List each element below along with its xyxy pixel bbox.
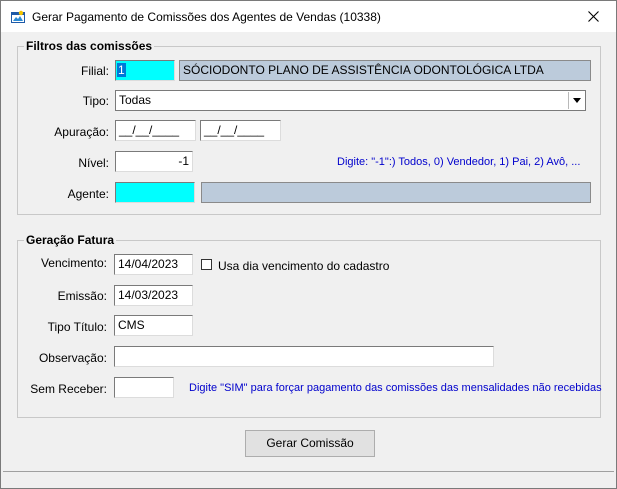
- title-bar: Gerar Pagamento de Comissões dos Agentes…: [1, 1, 616, 32]
- tipo-dropdown-button[interactable]: [568, 92, 584, 109]
- status-bar: [3, 471, 614, 488]
- invoice-group-title: Geração Fatura: [24, 233, 117, 247]
- sem-receber-hint: Digite "SIM" para forçar pagamento das c…: [189, 382, 602, 394]
- tipo-selected-value: Todas: [119, 93, 152, 107]
- gerar-comissao-button[interactable]: Gerar Comissão: [245, 430, 375, 457]
- vencimento-input[interactable]: 14/04/2023: [114, 254, 193, 275]
- sem-receber-label: Sem Receber:: [30, 382, 107, 396]
- agente-code-input[interactable]: [115, 182, 195, 203]
- vencimento-label: Vencimento:: [40, 256, 107, 270]
- tipo-titulo-input[interactable]: CMS: [114, 315, 193, 336]
- agente-name-field: [201, 182, 591, 203]
- filial-name-field: SÓCIODONTO PLANO DE ASSISTÊNCIA ODONTOLÓ…: [179, 60, 591, 81]
- agente-label: Agente:: [67, 187, 109, 201]
- app-window-icon: [11, 10, 25, 23]
- filial-code-value: 1: [117, 63, 126, 77]
- tipo-select[interactable]: Todas: [115, 90, 586, 111]
- nivel-label: Nível:: [78, 156, 109, 170]
- filial-label: Filial:: [80, 64, 109, 78]
- close-button[interactable]: [570, 1, 616, 32]
- apuracao-label: Apuração:: [54, 125, 109, 139]
- observacao-input[interactable]: [114, 346, 494, 367]
- emissao-label: Emissão:: [57, 289, 107, 303]
- tipo-titulo-label: Tipo Título:: [47, 320, 107, 334]
- observacao-label: Observação:: [38, 351, 107, 365]
- nivel-hint: Digite: "-1":) Todos, 0) Vendedor, 1) Pa…: [337, 156, 581, 168]
- window-title: Gerar Pagamento de Comissões dos Agentes…: [32, 10, 381, 24]
- apuracao-from-input[interactable]: __/__/____: [115, 120, 196, 141]
- dialog-window: Gerar Pagamento de Comissões dos Agentes…: [0, 0, 617, 489]
- sem-receber-input[interactable]: [114, 377, 174, 398]
- usa-dia-vencimento-label[interactable]: Usa dia vencimento do cadastro: [218, 259, 389, 273]
- close-icon: [587, 11, 599, 22]
- emissao-input[interactable]: 14/03/2023: [114, 285, 193, 306]
- usa-dia-vencimento-checkbox[interactable]: [201, 259, 212, 270]
- tipo-label: Tipo:: [82, 94, 109, 108]
- apuracao-to-input[interactable]: __/__/____: [200, 120, 281, 141]
- chevron-down-icon: [572, 98, 581, 103]
- nivel-input[interactable]: -1: [115, 151, 193, 172]
- filters-group-title: Filtros das comissões: [24, 39, 155, 53]
- filial-code-input[interactable]: 1: [115, 60, 175, 81]
